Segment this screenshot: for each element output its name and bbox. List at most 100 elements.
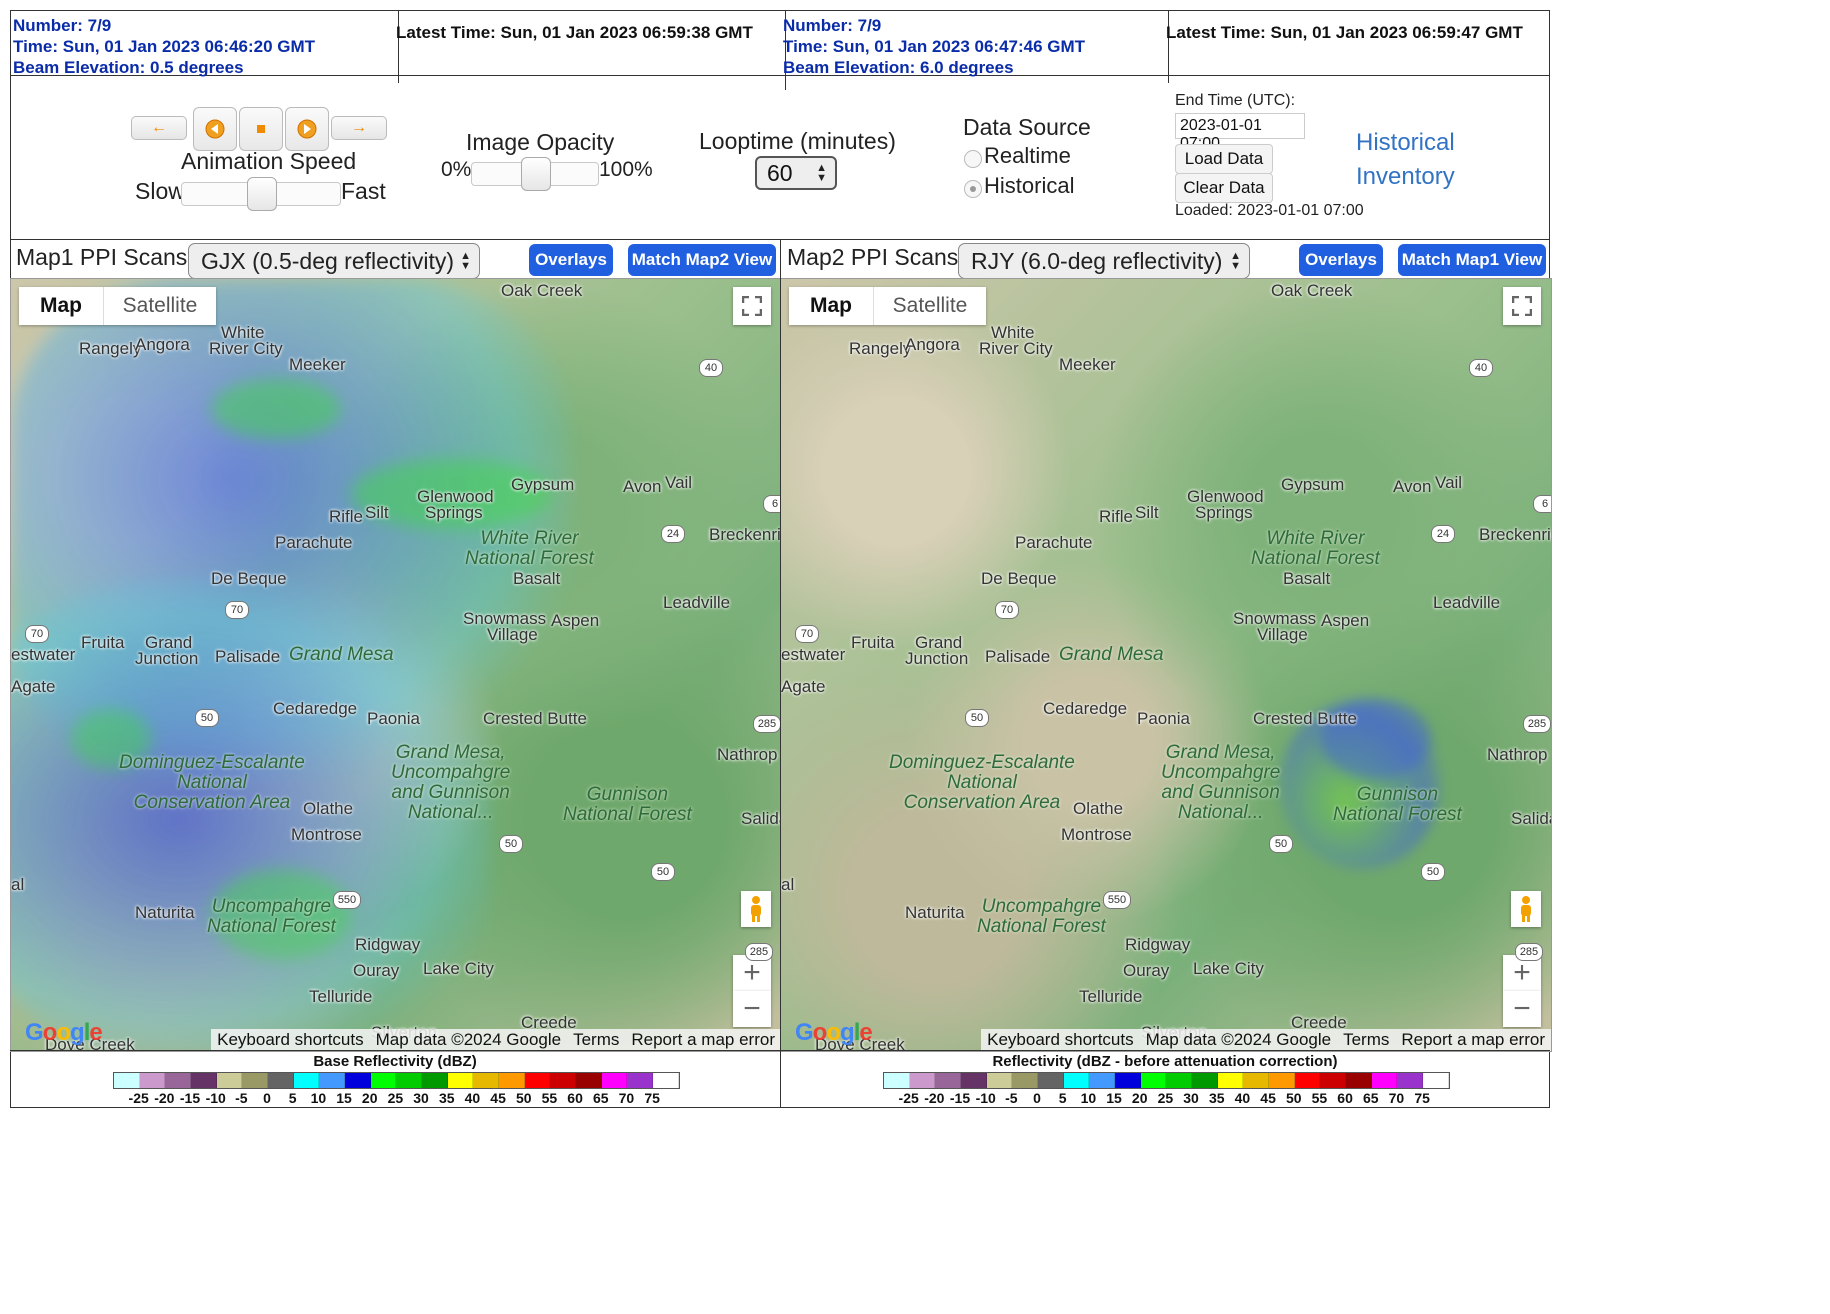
legend-tick-label: -5: [1005, 1090, 1018, 1106]
historical-radio[interactable]: [964, 180, 982, 198]
clear-data-button[interactable]: Clear Data: [1175, 173, 1273, 203]
place-label: Naturita: [135, 903, 195, 922]
play-backward-icon: [205, 119, 225, 139]
forest-label: Dominguez-Escalante National Conservation …: [889, 752, 1075, 813]
fullscreen-button[interactable]: [1503, 287, 1541, 325]
legend-swatch: [165, 1073, 192, 1088]
forest-label: White River National Forest: [1251, 528, 1380, 569]
place-label: Ouray: [1123, 961, 1170, 980]
animation-speed-slider[interactable]: [181, 177, 341, 211]
step-back-button[interactable]: ←: [131, 116, 187, 140]
match-map2-view-button[interactable]: Match Map2 View: [628, 244, 776, 276]
place-label: Parachute: [275, 533, 353, 552]
street-view-pegman[interactable]: [1511, 891, 1541, 927]
looptime-select[interactable]: 60 ▲ ▼: [755, 156, 837, 190]
highway-shield: 285: [1515, 943, 1543, 961]
map1[interactable]: Map Satellite + − Oak Creek Rangely Ango…: [10, 278, 782, 1052]
street-view-pegman[interactable]: [741, 891, 771, 927]
image-opacity-slider-thumb[interactable]: [521, 157, 551, 191]
map-data-attribution[interactable]: Map data ©2024 Google: [1140, 1029, 1338, 1051]
keyboard-shortcuts-link[interactable]: Keyboard shortcuts: [211, 1029, 369, 1051]
match-map1-view-button[interactable]: Match Map1 View: [1398, 244, 1546, 276]
map-data-attribution[interactable]: Map data ©2024 Google: [370, 1029, 568, 1051]
map2[interactable]: Map Satellite + − Oak Creek Rangely Ango…: [780, 278, 1552, 1052]
highway-shield: 550: [333, 891, 361, 909]
forest-label: Grand Mesa, Uncompahgre and Gunnison Nation…: [391, 742, 511, 823]
realtime-radio[interactable]: [964, 150, 982, 168]
map1-scan-select[interactable]: GJX (0.5-deg reflectivity) ▲ ▼: [188, 243, 480, 279]
map2-overlays-button[interactable]: Overlays: [1299, 244, 1383, 276]
zoom-out-button[interactable]: −: [1503, 991, 1541, 1027]
place-label: Avon: [1393, 477, 1432, 496]
place-label: De Beque: [981, 569, 1057, 588]
zoom-out-button[interactable]: −: [733, 991, 771, 1027]
legend-swatch: [345, 1073, 371, 1088]
play-forward-button[interactable]: [285, 107, 329, 151]
highway-shield: 285: [745, 943, 773, 961]
updown-arrows-icon: ▲ ▼: [460, 250, 471, 272]
legend-tick-label: 60: [1337, 1090, 1353, 1106]
load-data-button[interactable]: Load Data: [1175, 144, 1273, 174]
map2-legend-ticks: -25 -20 -15 -10 -5 0 5 10 15 20 25 30 35 40 45 50 55 60 65…: [883, 1090, 1448, 1106]
legend-tick-label: 70: [618, 1090, 635, 1106]
map1-legend-colorbar: [113, 1072, 680, 1089]
terms-link[interactable]: Terms: [567, 1029, 625, 1051]
legend-tick-label: 0: [263, 1090, 271, 1106]
place-label: Angora: [905, 335, 960, 354]
place-label: Meeker: [289, 355, 346, 374]
place-label: Vail: [665, 473, 693, 492]
keyboard-shortcuts-link[interactable]: Keyboard shortcuts: [981, 1029, 1139, 1051]
fullscreen-icon: [1512, 296, 1532, 316]
info-table: Number: 7/9 Time: Sun, 01 Jan 2023 06:46…: [10, 10, 1550, 90]
highway-shield: 40: [699, 359, 723, 377]
legend-tick-label: 20: [361, 1090, 378, 1106]
map2-scans-label: Map2 PPI Scans:: [787, 244, 965, 270]
legend-tick-label: 65: [1362, 1090, 1379, 1106]
legend-tick-label: 25: [1157, 1090, 1174, 1106]
fullscreen-button[interactable]: [733, 287, 771, 325]
satellite-tab[interactable]: Satellite: [103, 287, 216, 325]
legend-tick-label: -20: [154, 1090, 175, 1106]
satellite-tab[interactable]: Satellite: [873, 287, 986, 325]
map-type-control: Map Satellite: [19, 287, 216, 325]
map-type-control: Map Satellite: [789, 287, 986, 325]
legend-swatch: [1192, 1073, 1218, 1088]
end-time-input[interactable]: 2023-01-01 07:00: [1175, 113, 1305, 152]
animation-speed-slider-thumb[interactable]: [247, 177, 277, 211]
legend-separator: [10, 1050, 1550, 1051]
report-map-error-link[interactable]: Report a map error: [1395, 1029, 1551, 1051]
step-forward-button[interactable]: →: [331, 116, 387, 140]
arrow-right-icon: →: [351, 119, 367, 136]
legend-swatch: [268, 1073, 294, 1088]
place-label: Leadville: [663, 593, 731, 612]
map2-scan-select[interactable]: RJY (6.0-deg reflectivity) ▲ ▼: [958, 243, 1250, 279]
place-label: al: [11, 875, 25, 894]
legend-tick-label: 50: [1285, 1090, 1302, 1106]
legend-tick-label: 0: [1033, 1090, 1041, 1106]
forest-label: Grand Mesa: [1059, 644, 1164, 665]
map1-scans-label: Map1 PPI Scans:: [16, 244, 194, 270]
place-label: Telluride: [1079, 987, 1143, 1006]
legend-tick-label: 25: [387, 1090, 404, 1106]
map-tab[interactable]: Map: [789, 287, 873, 325]
place-label: Lake City: [423, 959, 494, 978]
map-footer: Keyboard shortcuts Map data ©2024 Google…: [211, 1029, 781, 1051]
highway-shield: 285: [753, 715, 781, 733]
place-label: Ouray: [353, 961, 400, 980]
map-tab[interactable]: Map: [19, 287, 103, 325]
report-map-error-link[interactable]: Report a map error: [625, 1029, 781, 1051]
map1-overlays-button[interactable]: Overlays: [529, 244, 613, 276]
stop-icon: [257, 125, 265, 133]
place-label: Crested Butte: [1253, 709, 1357, 728]
place-label: Montrose: [291, 825, 362, 844]
place-label: Olathe: [303, 799, 354, 818]
legend-tick-label: 45: [1260, 1090, 1276, 1106]
terms-link[interactable]: Terms: [1337, 1029, 1395, 1051]
place-label: Agate: [781, 677, 826, 696]
highway-shield: 70: [225, 601, 249, 619]
animation-speed-label: Animation Speed: [181, 148, 357, 174]
historical-inventory-link[interactable]: Historical Inventory: [1356, 126, 1455, 194]
image-opacity-slider[interactable]: [471, 157, 599, 191]
play-backward-button[interactable]: [193, 107, 237, 151]
stop-button[interactable]: [239, 107, 283, 151]
